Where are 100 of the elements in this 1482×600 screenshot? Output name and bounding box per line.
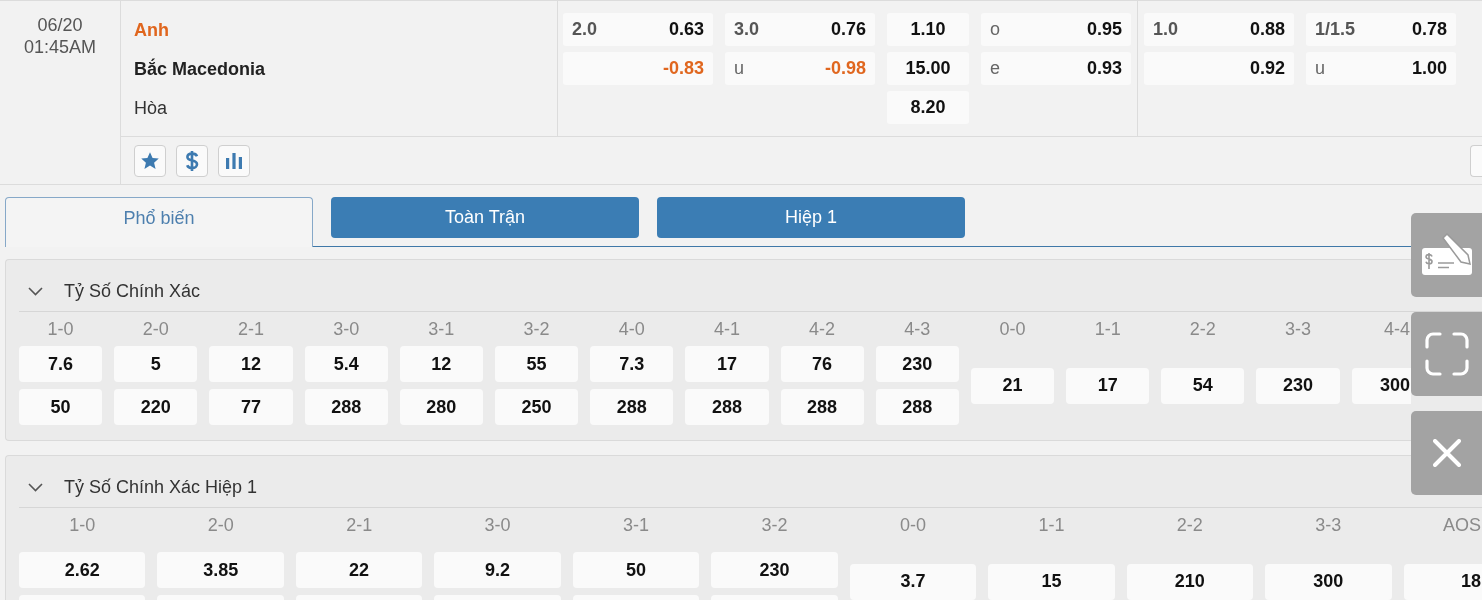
odds-button[interactable]: 210: [1126, 563, 1254, 600]
bet-button[interactable]: [176, 145, 208, 177]
odds-button[interactable]: 288: [590, 389, 674, 425]
score-label: 1-1: [1093, 318, 1122, 341]
odds-value: 0.78: [1411, 19, 1447, 40]
odds-button[interactable]: 3.7: [849, 563, 977, 600]
score-label: 1-0: [68, 514, 97, 537]
odds-button[interactable]: 2.62: [19, 552, 146, 588]
market-title: Tỷ Số Chính Xác Hiệp 1: [64, 476, 258, 498]
bar-chart-icon: [225, 153, 243, 169]
odds-button[interactable]: 21: [970, 367, 1055, 404]
close-icon: [1432, 439, 1461, 467]
side-label: u: [1315, 58, 1325, 79]
score-label: 2-0: [206, 514, 235, 537]
odds-button[interactable]: 54: [1161, 367, 1245, 404]
odds-cell[interactable]: e 0.93: [981, 52, 1131, 85]
favorite-button[interactable]: [134, 145, 166, 177]
odds-button[interactable]: 220: [114, 389, 198, 425]
stats-button[interactable]: [218, 145, 250, 177]
odds-value: -0.83: [662, 58, 704, 79]
odds-button[interactable]: 5.4: [304, 346, 388, 382]
odds-value: 1.00: [1411, 58, 1447, 79]
score-label: 0-0: [998, 318, 1027, 341]
handicap-value: 2.0: [572, 19, 598, 40]
tab[interactable]: Phổ biến: [5, 197, 313, 247]
odds-button[interactable]: 230: [1256, 367, 1340, 404]
score-label: 3-3: [1284, 318, 1313, 341]
odds-cell[interactable]: 3.0 0.76: [725, 13, 875, 46]
chevron-icon[interactable]: [28, 286, 43, 296]
odds-button[interactable]: 17: [685, 346, 769, 382]
odds-cell[interactable]: 8.20: [887, 91, 969, 124]
odds-button[interactable]: 230: [875, 346, 959, 382]
chevron-icon[interactable]: [28, 482, 43, 492]
odds-cell[interactable]: 1.0 0.88: [1144, 13, 1294, 46]
odds-value: -0.98: [824, 58, 866, 79]
score-label: 3-0: [332, 318, 361, 341]
score-label: 3-1: [622, 514, 651, 537]
odds-value: 0.92: [1249, 58, 1285, 79]
side-label: e: [990, 58, 1000, 79]
odds-cell[interactable]: u -0.98: [725, 52, 875, 85]
score-label: 4-1: [712, 318, 741, 341]
odds-button[interactable]: 3.85: [157, 552, 284, 588]
odds-button[interactable]: 76: [780, 346, 864, 382]
odds-button[interactable]: 230: [711, 552, 838, 588]
odds-button[interactable]: 250: [494, 389, 579, 425]
odds-button[interactable]: 288: [304, 389, 388, 425]
score-label: 2-1: [345, 514, 374, 537]
score-label: 2-2: [1188, 318, 1217, 341]
side-label: u: [734, 58, 744, 79]
cut-off-button[interactable]: [1470, 145, 1482, 177]
score-label: 4-0: [617, 318, 646, 341]
bet-slip-button[interactable]: [1411, 213, 1482, 297]
fullscreen-button[interactable]: [1411, 312, 1482, 396]
odds-button[interactable]: 288: [875, 389, 959, 425]
odds-value: 0.63: [668, 19, 704, 40]
odds-button[interactable]: 7.6: [19, 346, 103, 382]
market-title: Tỷ Số Chính Xác: [64, 280, 201, 302]
odds-cell[interactable]: 2.0 0.63: [563, 13, 713, 46]
odds-button[interactable]: 280: [399, 389, 483, 425]
ticket-pencil-icon: [1420, 233, 1473, 277]
odds-button[interactable]: 5: [114, 346, 198, 382]
odds-button[interactable]: 300: [1351, 367, 1411, 404]
odds-button[interactable]: 18: [1403, 563, 1482, 600]
score-label: 1-0: [46, 318, 75, 341]
odds-cell[interactable]: 1.10: [887, 13, 969, 46]
odds-cell[interactable]: 1/1.5 0.78: [1306, 13, 1456, 46]
handicap-value: 1/1.5: [1315, 19, 1356, 40]
odds-button[interactable]: 17: [1066, 367, 1150, 404]
odds-button[interactable]: 288: [685, 389, 769, 425]
odds-button[interactable]: 15: [988, 563, 1115, 600]
odds-button[interactable]: 55: [494, 346, 579, 382]
score-label: 0-0: [898, 514, 927, 537]
odds-button[interactable]: 50: [19, 389, 103, 425]
odds-cell[interactable]: 15.00: [887, 52, 969, 85]
close-button[interactable]: [1411, 411, 1482, 495]
odds-button[interactable]: 50: [572, 552, 700, 588]
odds-cell[interactable]: o 0.95: [981, 13, 1131, 46]
away-team-name: Bắc Macedonia: [134, 59, 266, 80]
score-label: 3-3: [1314, 514, 1343, 537]
tab[interactable]: Hiệp 1: [657, 197, 965, 238]
dollar-icon: [185, 150, 199, 172]
tab[interactable]: Toàn Trận: [331, 197, 639, 238]
score-label: 2-0: [141, 318, 170, 341]
handicap-value: 1.0: [1153, 19, 1179, 40]
odds-cell[interactable]: 0.92: [1144, 52, 1294, 85]
odds-button[interactable]: 12: [399, 346, 483, 382]
odds-button[interactable]: 7.3: [590, 346, 674, 382]
score-label: 3-1: [427, 318, 456, 341]
odds-value: 0.95: [1086, 19, 1122, 40]
score-label: 3-2: [760, 514, 789, 537]
odds-cell[interactable]: u 1.00: [1306, 52, 1456, 85]
odds-button[interactable]: 9.2: [434, 552, 561, 588]
odds-button[interactable]: 300: [1265, 563, 1392, 600]
odds-button[interactable]: 288: [780, 389, 864, 425]
odds-button[interactable]: 22: [295, 552, 423, 588]
score-label: 4-4: [1383, 318, 1411, 341]
odds-value: 0.88: [1249, 19, 1285, 40]
odds-value: 0.93: [1086, 58, 1122, 79]
odds-button[interactable]: 12: [209, 346, 293, 382]
odds-button[interactable]: 77: [209, 389, 293, 425]
